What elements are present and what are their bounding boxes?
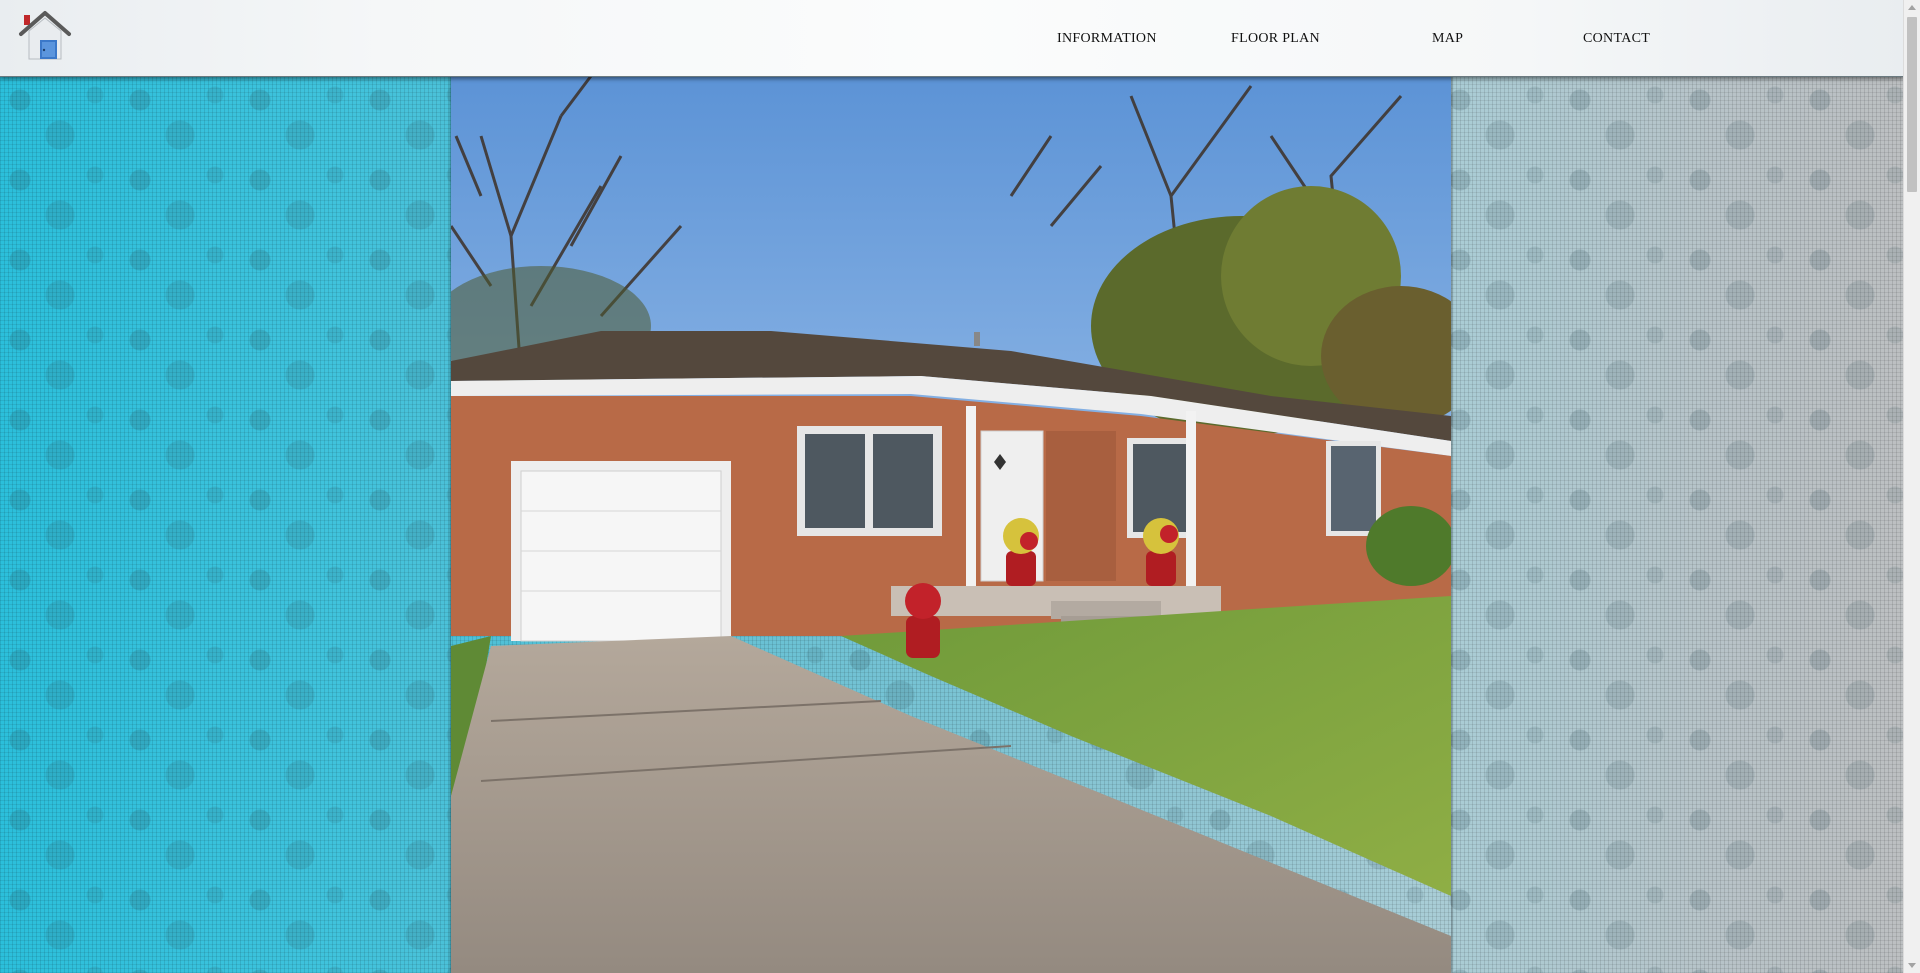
top-navbar: INFORMATION FLOOR PLAN MAP CONTACT — [0, 0, 1904, 77]
nav-link-map[interactable]: MAP — [1432, 31, 1463, 47]
scroll-down-arrow-icon[interactable] — [1908, 963, 1916, 968]
nav-link-contact[interactable]: CONTACT — [1583, 31, 1650, 47]
scroll-up-arrow-icon[interactable] — [1908, 5, 1916, 10]
nav-link-floor-plan[interactable]: FLOOR PLAN — [1231, 31, 1320, 47]
home-logo-link[interactable] — [18, 9, 72, 63]
nav-link-information[interactable]: INFORMATION — [1057, 31, 1157, 47]
hero-house-photo — [451, 76, 1451, 973]
house-icon — [19, 11, 71, 60]
vertical-scrollbar[interactable] — [1903, 0, 1920, 973]
scroll-thumb[interactable] — [1907, 17, 1917, 192]
